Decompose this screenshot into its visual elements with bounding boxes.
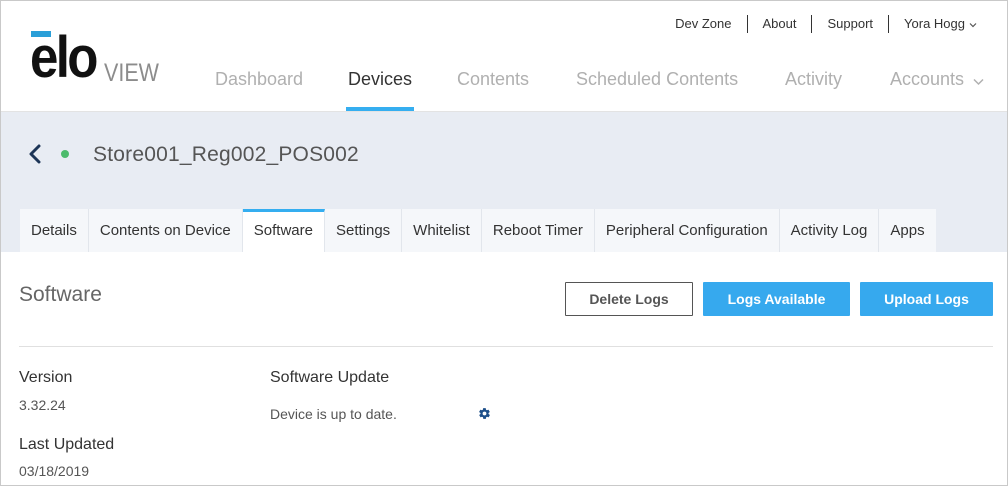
logo-accent-bar (31, 31, 51, 37)
nav-accounts[interactable]: Accounts (890, 59, 984, 111)
device-header-band: Store001_Reg002_POS002 Details Contents … (1, 112, 1007, 252)
logo-wordmark: elo (30, 25, 98, 90)
elo-view-logo[interactable]: elo VIEW (30, 25, 160, 90)
software-update-label: Software Update (270, 369, 390, 386)
logo-product: VIEW (104, 59, 159, 87)
device-title: Store001_Reg002_POS002 (93, 143, 359, 166)
version-label: Version (19, 369, 73, 386)
util-link-dev-zone[interactable]: Dev Zone (675, 15, 748, 33)
util-link-about[interactable]: About (748, 15, 813, 33)
divider (19, 346, 993, 347)
tab-whitelist[interactable]: Whitelist (402, 209, 482, 252)
software-panel: Software Delete Logs Logs Available Uplo… (1, 252, 1007, 485)
header: elo VIEW Dev Zone About Support Yora Hog… (1, 1, 1007, 112)
nav-accounts-label: Accounts (890, 69, 965, 89)
status-dot-icon (61, 150, 69, 158)
util-link-support[interactable]: Support (812, 15, 890, 33)
device-tabs: Details Contents on Device Software Sett… (20, 209, 936, 252)
version-value: 3.32.24 (19, 397, 66, 413)
last-updated-value: 03/18/2019 (19, 463, 90, 479)
software-update-status: Device is up to date. (270, 406, 397, 422)
tab-settings[interactable]: Settings (324, 209, 403, 252)
nav-activity[interactable]: Activity (785, 59, 842, 111)
back-chevron-icon[interactable] (27, 144, 43, 164)
nav-dashboard[interactable]: Dashboard (215, 59, 303, 111)
chevron-down-icon (969, 16, 977, 34)
last-updated-label: Last Updated (19, 436, 115, 453)
logs-available-button[interactable]: Logs Available (703, 282, 850, 316)
app-frame: elo VIEW Dev Zone About Support Yora Hog… (0, 0, 1008, 486)
tab-apps[interactable]: Apps (879, 209, 936, 252)
tab-contents-on-device[interactable]: Contents on Device (88, 209, 243, 252)
upload-logs-button[interactable]: Upload Logs (860, 282, 993, 316)
utility-nav: Dev Zone About Support Yora Hogg (675, 15, 977, 33)
user-name: Yora Hogg (904, 16, 965, 31)
section-title: Software (19, 283, 102, 306)
nav-devices[interactable]: Devices (345, 59, 415, 111)
chevron-down-icon (973, 60, 984, 100)
delete-logs-button[interactable]: Delete Logs (565, 282, 693, 316)
nav-scheduled-contents[interactable]: Scheduled Contents (576, 59, 738, 111)
tab-peripheral-configuration[interactable]: Peripheral Configuration (594, 209, 780, 252)
tab-software[interactable]: Software (242, 209, 325, 252)
nav-contents[interactable]: Contents (457, 59, 529, 111)
tab-reboot-timer[interactable]: Reboot Timer (481, 209, 595, 252)
user-menu[interactable]: Yora Hogg (889, 15, 977, 33)
tab-activity-log[interactable]: Activity Log (779, 209, 880, 252)
gear-icon[interactable] (478, 407, 491, 420)
tab-details[interactable]: Details (20, 209, 89, 252)
